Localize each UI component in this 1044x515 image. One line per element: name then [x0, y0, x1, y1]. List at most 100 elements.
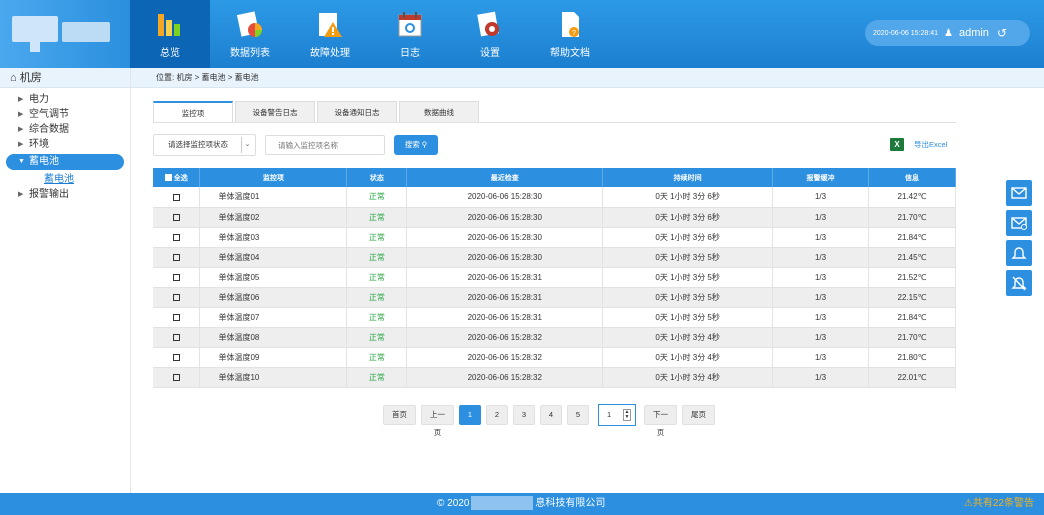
row-checkbox-cell[interactable]: [153, 207, 201, 228]
search-button[interactable]: 搜索 ⚲: [394, 135, 438, 155]
sidebar-item-battery[interactable]: ▼ 蓄电池: [6, 154, 124, 170]
select-all-header[interactable]: 全选: [153, 168, 201, 187]
row-checkbox[interactable]: [172, 253, 180, 261]
sidebar-root[interactable]: ⌂ 机房: [0, 68, 130, 88]
row-checkbox-cell[interactable]: [153, 247, 201, 268]
item-name-cell: 单体温度01: [199, 187, 348, 208]
nav-fault[interactable]: 故障处理: [290, 0, 370, 68]
sidebar-item-env[interactable]: ▶ 环境: [0, 137, 130, 152]
row-checkbox[interactable]: [172, 353, 180, 361]
log-icon: [395, 10, 425, 40]
redacted-block: [471, 496, 534, 511]
item-name-cell: 单体温度06: [199, 287, 348, 308]
mail-button[interactable]: [1006, 180, 1032, 206]
row-checkbox[interactable]: [172, 193, 180, 201]
status-cell: 正常: [346, 267, 408, 288]
row-checkbox[interactable]: [172, 273, 180, 281]
sidebar-item-data[interactable]: ▶ 综合数据: [0, 122, 130, 137]
buffer-cell: 1/3: [772, 307, 870, 328]
nav-log[interactable]: 日志: [370, 0, 450, 68]
duration-cell: 0天 1小时 3分 6秒: [602, 207, 774, 228]
page-button[interactable]: 1: [459, 405, 481, 425]
tab-monitor-items[interactable]: 监控项: [153, 101, 233, 123]
nav-overview[interactable]: 总览: [130, 0, 210, 68]
row-checkbox-cell[interactable]: [153, 307, 201, 328]
info-cell: 22.15℃: [868, 287, 956, 308]
item-name-cell: 单体温度07: [199, 307, 348, 328]
row-checkbox[interactable]: [172, 333, 180, 341]
side-toolbar: [1006, 180, 1032, 300]
sidebar-root-label: 机房: [19, 72, 42, 84]
prev-page-button[interactable]: 上一页: [421, 405, 454, 437]
first-page-button[interactable]: 首页: [383, 405, 416, 425]
data-list-icon: [235, 10, 265, 40]
bell-button[interactable]: [1006, 240, 1032, 266]
row-checkbox[interactable]: [172, 373, 180, 381]
bell-off-button[interactable]: [1006, 270, 1032, 296]
tab-warning-log[interactable]: 设备警告日志: [235, 101, 315, 123]
mail-settings-button[interactable]: [1006, 210, 1032, 236]
table-row: 单体温度04 正常 2020-06-06 15:28:30 0天 1小时 3分 5秒 1…: [153, 247, 956, 268]
nav-label: 故障处理: [310, 47, 350, 59]
spinner-icon[interactable]: ▲ ▼: [623, 409, 631, 421]
last-check-cell: 2020-06-06 15:28:31: [406, 287, 604, 308]
fault-icon: [315, 10, 345, 40]
tab-data-curve[interactable]: 数据曲线: [399, 101, 479, 123]
row-checkbox-cell[interactable]: [153, 367, 201, 388]
alarm-count[interactable]: ⚠共有22条警告: [964, 493, 1034, 515]
status-select-value: 请选择监控项状态: [168, 140, 228, 149]
nav-help[interactable]: ? 帮助文档: [530, 0, 610, 68]
item-name-cell: 单体温度10: [199, 367, 348, 388]
nav-data-list[interactable]: 数据列表: [210, 0, 290, 68]
page-button[interactable]: 5: [567, 405, 589, 425]
duration-cell: 0天 1小时 3分 5秒: [602, 287, 774, 308]
last-page-button[interactable]: 尾页: [682, 405, 715, 425]
row-checkbox[interactable]: [172, 233, 180, 241]
tab-notify-log[interactable]: 设备通知日志: [317, 101, 397, 123]
logout-icon[interactable]: ↺: [997, 26, 1007, 40]
page-button[interactable]: 3: [513, 405, 535, 425]
page-button[interactable]: 2: [486, 405, 508, 425]
page-button[interactable]: 4: [540, 405, 562, 425]
nav-settings[interactable]: 设置: [450, 0, 530, 68]
sidebar-item-power[interactable]: ▶ 电力: [0, 92, 130, 107]
row-checkbox[interactable]: [172, 293, 180, 301]
user-box: 2020-06-06 15:28:41 ♟ admin ↺: [865, 20, 1030, 46]
item-name-cell: 单体温度09: [199, 347, 348, 368]
sidebar-item-alarm-output[interactable]: ▶ 报警输出: [0, 187, 130, 202]
info-cell: 21.84℃: [868, 307, 956, 328]
row-checkbox-cell[interactable]: [153, 347, 201, 368]
mail-settings-icon: [1011, 217, 1027, 230]
duration-cell: 0天 1小时 3分 4秒: [602, 327, 774, 348]
checkbox-icon: [164, 174, 172, 182]
row-checkbox[interactable]: [172, 313, 180, 321]
sidebar-subitem-battery[interactable]: 蓄电池: [0, 172, 130, 187]
duration-cell: 0天 1小时 3分 5秒: [602, 247, 774, 268]
export-excel-button[interactable]: X 导出Excel: [890, 135, 947, 153]
status-cell: 正常: [346, 347, 408, 368]
status-cell: 正常: [346, 227, 408, 248]
row-checkbox-cell[interactable]: [153, 327, 201, 348]
col-header-item: 监控项: [199, 168, 348, 187]
info-cell: 22.01℃: [868, 367, 956, 388]
sidebar: ⌂ 机房 ▶ 电力 ▶ 空气调节 ▶ 综合数据 ▶ 环境 ▼ 蓄电池 蓄电池 ▶ 报警输出: [0, 68, 131, 493]
table-row: 单体温度05 正常 2020-06-06 15:28:31 0天 1小时 3分 5秒 1…: [153, 267, 956, 288]
row-checkbox-cell[interactable]: [153, 187, 201, 208]
caret-down-icon: ▼: [18, 158, 25, 165]
user-name[interactable]: admin: [959, 27, 989, 39]
buffer-cell: 1/3: [772, 187, 870, 208]
status-select[interactable]: 请选择监控项状态 ⌄: [153, 134, 256, 156]
row-checkbox-cell[interactable]: [153, 227, 201, 248]
item-name-cell: 单体温度02: [199, 207, 348, 228]
duration-cell: 0天 1小时 3分 4秒: [602, 347, 774, 368]
row-checkbox-cell[interactable]: [153, 267, 201, 288]
row-checkbox-cell[interactable]: [153, 287, 201, 308]
row-checkbox[interactable]: [172, 213, 180, 221]
name-search-input[interactable]: [265, 135, 385, 155]
header-datetime: 2020-06-06 15:28:41: [873, 29, 938, 37]
logo: [0, 0, 130, 68]
next-page-button[interactable]: 下一页: [644, 405, 677, 437]
sidebar-item-label: 环境: [29, 139, 49, 150]
sidebar-item-air[interactable]: ▶ 空气调节: [0, 107, 130, 122]
page-jump-input[interactable]: 1 ▲ ▼: [598, 404, 636, 426]
